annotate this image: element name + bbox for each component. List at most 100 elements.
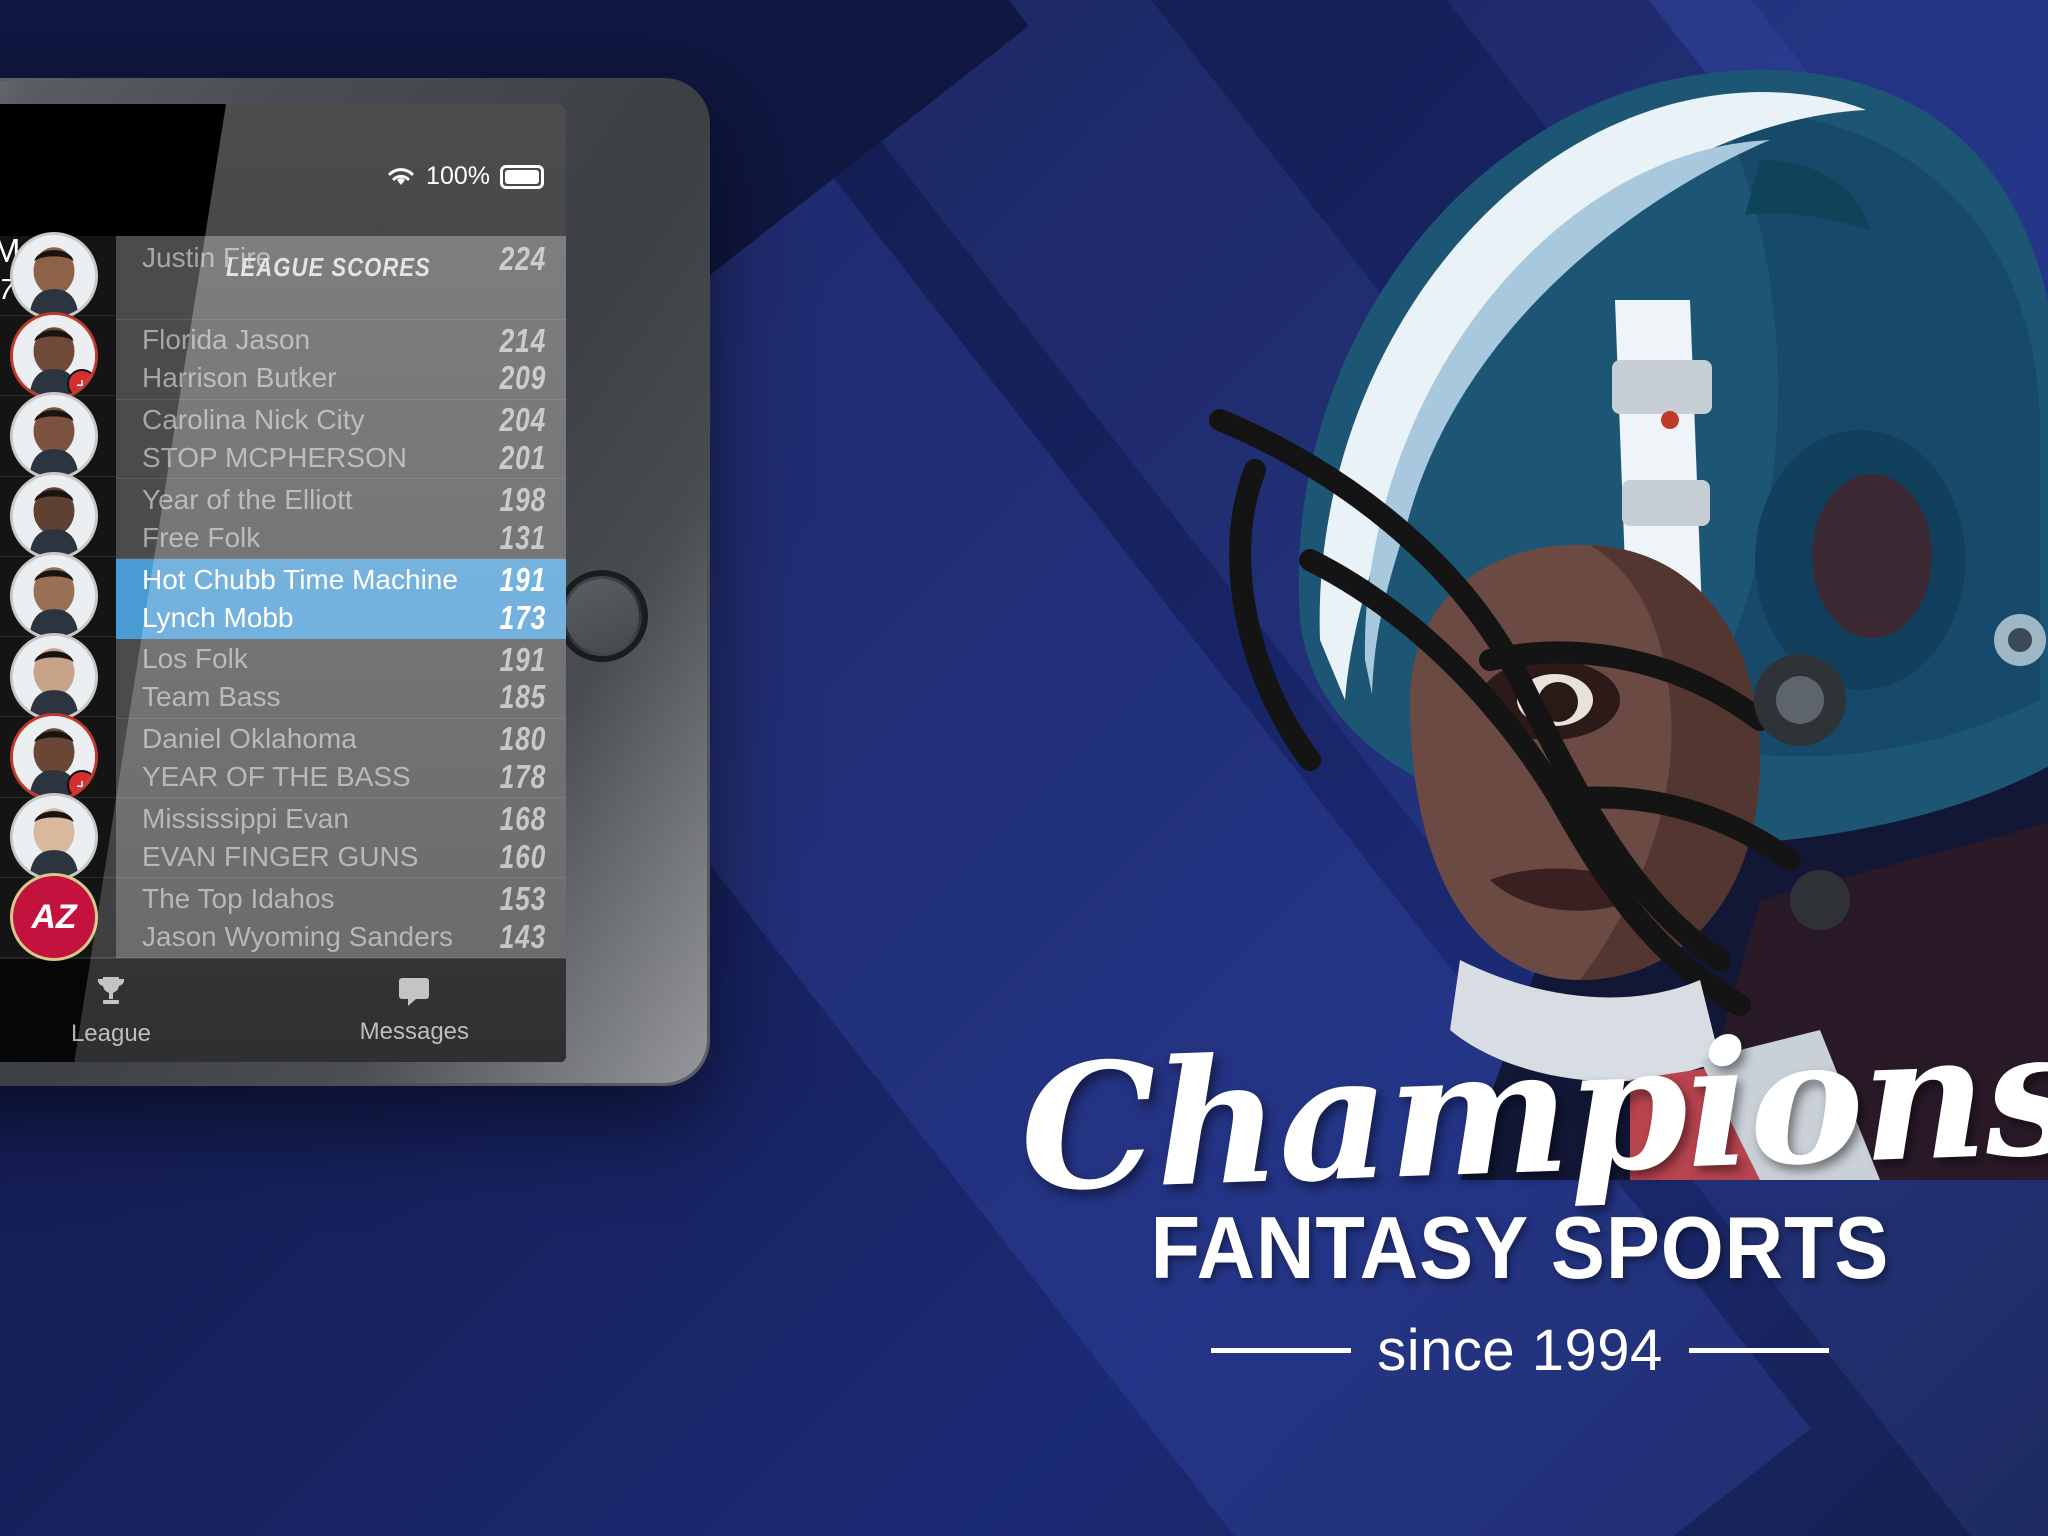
team-points: 198 [499, 481, 546, 519]
fantasy-app: es Lynch Mobb 0-1 (27th) LEAGUE SCORES [0, 104, 566, 1062]
roster-row[interactable]: A. CooperW, Cle, $9.5+ [0, 712, 116, 801]
matchup-points: 191 185 [488, 641, 546, 716]
team-points: 131 [499, 518, 546, 556]
team-name: Hot Chubb Time Machine [142, 563, 458, 595]
team-name: Florida Jason [142, 324, 311, 356]
league-score-row-selected[interactable]: Hot Chubb Time Machine Lynch Mobb 191 173 [116, 559, 566, 639]
brand-since-text: since 1994 [1377, 1318, 1663, 1384]
matchup-teams: The Top Idahos Jason Wyoming Sanders [142, 881, 453, 955]
league-score-row[interactable]: The Top Idahos Jason Wyoming Sanders 153 14… [116, 878, 566, 959]
team-name: Daniel Oklahoma [142, 723, 357, 755]
roster-row[interactable]: D. CarlsonK, LV, $6.9 [0, 793, 116, 882]
brand-since-row: since 1994 [1020, 1317, 2020, 1384]
team-name: STOP MCPHERSON [142, 441, 408, 473]
roster-row[interactable]: ArizonaAZ [0, 873, 116, 962]
matchup-teams: Mississippi Evan EVAN FINGER GUNS [142, 801, 418, 875]
roster-row[interactable]: A. EkelerR, LAC, $15.7 [0, 392, 116, 481]
battery-icon [500, 164, 544, 189]
team-name: Free Folk [142, 521, 261, 553]
matchup-points: 168 160 [488, 800, 546, 875]
battery-percent: 100% [426, 162, 490, 190]
tab-messages[interactable]: Messages [263, 959, 566, 1062]
league-score-row[interactable]: Carolina Nick City STOP MCPHERSON 204 201 [116, 399, 566, 480]
matchup-points: 191 173 [488, 561, 546, 636]
trophy-icon [93, 973, 129, 1014]
chat-icon [396, 975, 432, 1012]
team-name: Year of the Elliott [142, 483, 353, 515]
tab-label: League [70, 1020, 152, 1047]
branding-block: Championship FANTASY SPORTS since 1994 [1017, 980, 2048, 1384]
player-avatar [10, 793, 98, 882]
team-points: 191 [499, 560, 546, 598]
player-avatar [10, 552, 98, 641]
team-points: 168 [499, 800, 546, 838]
tablet-device: es Lynch Mobb 0-1 (27th) LEAGUE SCORES [0, 78, 710, 1086]
tablet-screen: es Lynch Mobb 0-1 (27th) LEAGUE SCORES [0, 104, 566, 1062]
roster-list[interactable]: D. WatsonQ, Cle, $16.9J. TaylorR, Ind, $… [0, 231, 116, 962]
matchup-points: 198 131 [488, 481, 546, 556]
league-scores-list[interactable]: Justin Fire 224 Florida Jason Harrison Butk… [116, 236, 566, 959]
divider-right [1688, 1348, 1829, 1354]
team-name: Lynch Mobb [142, 601, 294, 633]
team-name: Harrison Butker [142, 362, 337, 394]
team-points: 204 [499, 401, 546, 439]
league-score-row[interactable]: Los Folk Team Bass 191 185 [116, 638, 566, 719]
player-avatar [10, 392, 98, 481]
matchup-points: 180 178 [488, 720, 546, 795]
league-score-row[interactable]: Daniel Oklahoma YEAR OF THE BASS 180 178 [116, 718, 566, 799]
matchup-teams: Florida Jason Harrison Butker [142, 322, 337, 396]
team-points: 153 [499, 880, 546, 918]
player-avatar: + [10, 311, 98, 400]
player-avatar [10, 231, 98, 320]
team-name: Team Bass [142, 681, 281, 713]
player-avatar [10, 632, 98, 721]
roster-row[interactable]: J. TaylorR, Ind, $15.1+ [0, 311, 116, 400]
tab-label: Messages [359, 1018, 470, 1045]
tab-league[interactable]: League [0, 959, 263, 1062]
team-points: 173 [499, 598, 546, 636]
team-points: 180 [499, 720, 546, 758]
matchup-points: 224 [488, 240, 546, 278]
team-name: EVAN FINGER GUNS [142, 840, 419, 872]
team-logo: AZ [10, 873, 98, 962]
team-name: YEAR OF THE BASS [142, 761, 411, 793]
team-points: 224 [499, 240, 546, 277]
home-button[interactable] [556, 570, 648, 662]
bottom-tab-bar[interactable]: ScoresLeagueMessages [0, 958, 566, 1062]
league-score-row[interactable]: Florida Jason Harrison Butker 214 209 [116, 319, 566, 400]
team-points: 201 [499, 438, 546, 476]
roster-row[interactable]: C. RidleyW, Jax, $9.0 [0, 552, 116, 641]
team-points: 214 [499, 321, 546, 359]
top-nav-bar: es Lynch Mobb 0-1 (27th) LEAGUE SCORES [0, 104, 566, 306]
team-points: 209 [499, 359, 546, 397]
app-body: D. WatsonQ, Cle, $16.9J. TaylorR, Ind, $… [0, 231, 566, 962]
team-points: 178 [499, 758, 546, 796]
team-name: The Top Idahos [142, 882, 335, 914]
roster-row[interactable]: M. DavisR, Dal, $4.7 [0, 472, 116, 561]
matchup-points: 214 209 [488, 322, 546, 397]
team-points: 185 [499, 678, 546, 716]
matchup-points: 153 143 [488, 880, 546, 955]
league-score-row[interactable]: Year of the Elliott Free Folk 198 131 [116, 479, 566, 560]
matchup-teams: Los Folk Team Bass [142, 641, 281, 715]
team-name: Los Folk [142, 643, 248, 675]
wifi-icon [388, 167, 414, 185]
player-avatar: + [10, 712, 98, 801]
team-points: 191 [499, 640, 546, 678]
league-scores-header: LEAGUE SCORES [226, 252, 431, 282]
team-points: 143 [499, 917, 546, 955]
roster-row[interactable]: D. WatsonQ, Cle, $16.9 [0, 231, 116, 320]
matchup-points: 204 201 [488, 401, 546, 476]
brand-script-word: Championship [1016, 979, 2048, 1231]
matchup-teams: Year of the Elliott Free Folk [142, 482, 353, 556]
matchup-teams: Daniel Oklahoma YEAR OF THE BASS [142, 721, 411, 795]
roster-row[interactable]: M. HollinsW, Atl, $5.1 [0, 632, 116, 721]
league-score-row[interactable]: Mississippi Evan EVAN FINGER GUNS 168 160 [116, 798, 566, 879]
player-avatar [10, 472, 98, 561]
matchup-teams: Carolina Nick City STOP MCPHERSON [142, 402, 407, 476]
team-name: Carolina Nick City [142, 404, 365, 436]
matchup-teams: Hot Chubb Time Machine Lynch Mobb [142, 562, 458, 636]
team-name: Jason Wyoming Sanders [142, 920, 454, 952]
brand-subtitle: FANTASY SPORTS [1150, 1198, 1890, 1298]
team-points: 160 [499, 837, 546, 875]
